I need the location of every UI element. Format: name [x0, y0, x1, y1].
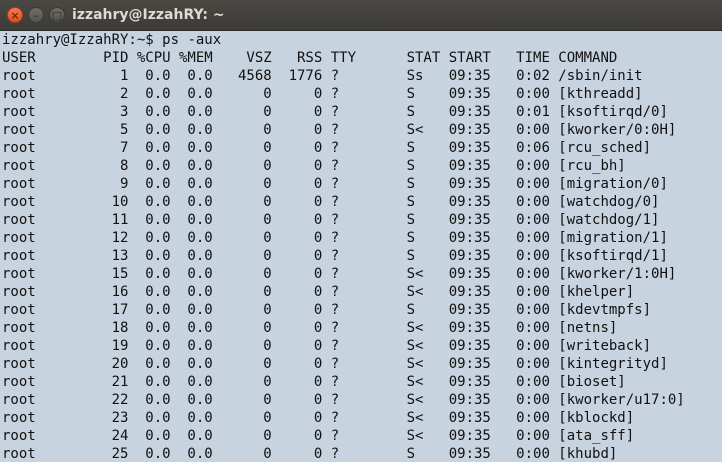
- process-row: root 22 0.0 0.0 0 0 ? S< 09:35 0:00 [kwo…: [2, 392, 685, 408]
- command-text: ps -aux: [162, 32, 222, 48]
- process-row: root 25 0.0 0.0 0 0 ? S 09:35 0:00 [khub…: [2, 446, 618, 462]
- minimize-icon[interactable]: –: [28, 7, 44, 23]
- terminal-output[interactable]: izzahry@IzzahRY:~$ ps -aux USER PID %CPU…: [0, 31, 722, 462]
- process-row: root 8 0.0 0.0 0 0 ? S 09:35 0:00 [rcu_b…: [2, 158, 626, 174]
- process-row: root 2 0.0 0.0 0 0 ? S 09:35 0:00 [kthre…: [2, 86, 643, 102]
- terminal-window: × – □ izzahry@IzzahRY: ~ izzahry@IzzahRY…: [0, 0, 722, 462]
- maximize-icon[interactable]: □: [49, 7, 65, 23]
- ps-header: USER PID %CPU %MEM VSZ RSS TTY STAT STAR…: [2, 50, 618, 66]
- process-row: root 19 0.0 0.0 0 0 ? S< 09:35 0:00 [wri…: [2, 338, 652, 354]
- process-row: root 5 0.0 0.0 0 0 ? S< 09:35 0:00 [kwor…: [2, 122, 677, 138]
- process-row: root 11 0.0 0.0 0 0 ? S 09:35 0:00 [watc…: [2, 212, 660, 228]
- process-row: root 3 0.0 0.0 0 0 ? S 09:35 0:01 [ksoft…: [2, 104, 668, 120]
- window-title: izzahry@IzzahRY: ~: [72, 7, 225, 23]
- process-row: root 12 0.0 0.0 0 0 ? S 09:35 0:00 [migr…: [2, 230, 668, 246]
- process-row: root 23 0.0 0.0 0 0 ? S< 09:35 0:00 [kbl…: [2, 410, 635, 426]
- close-icon[interactable]: ×: [7, 7, 23, 23]
- prompt: izzahry@IzzahRY:~$: [2, 32, 154, 48]
- process-row: root 16 0.0 0.0 0 0 ? S< 09:35 0:00 [khe…: [2, 284, 635, 300]
- process-row: root 15 0.0 0.0 0 0 ? S< 09:35 0:00 [kwo…: [2, 266, 677, 282]
- process-row: root 10 0.0 0.0 0 0 ? S 09:35 0:00 [watc…: [2, 194, 660, 210]
- process-row: root 18 0.0 0.0 0 0 ? S< 09:35 0:00 [net…: [2, 320, 618, 336]
- title-bar[interactable]: × – □ izzahry@IzzahRY: ~: [0, 0, 722, 31]
- process-row: root 13 0.0 0.0 0 0 ? S 09:35 0:00 [ksof…: [2, 248, 668, 264]
- process-row: root 24 0.0 0.0 0 0 ? S< 09:35 0:00 [ata…: [2, 428, 635, 444]
- process-row: root 20 0.0 0.0 0 0 ? S< 09:35 0:00 [kin…: [2, 356, 668, 372]
- command-line: izzahry@IzzahRY:~$ ps -aux: [2, 31, 722, 49]
- process-row: root 21 0.0 0.0 0 0 ? S< 09:35 0:00 [bio…: [2, 374, 626, 390]
- process-row: root 17 0.0 0.0 0 0 ? S 09:35 0:00 [kdev…: [2, 302, 652, 318]
- process-row: root 7 0.0 0.0 0 0 ? S 09:35 0:06 [rcu_s…: [2, 140, 652, 156]
- process-row: root 1 0.0 0.0 4568 1776 ? Ss 09:35 0:02…: [2, 68, 643, 84]
- process-row: root 9 0.0 0.0 0 0 ? S 09:35 0:00 [migra…: [2, 176, 668, 192]
